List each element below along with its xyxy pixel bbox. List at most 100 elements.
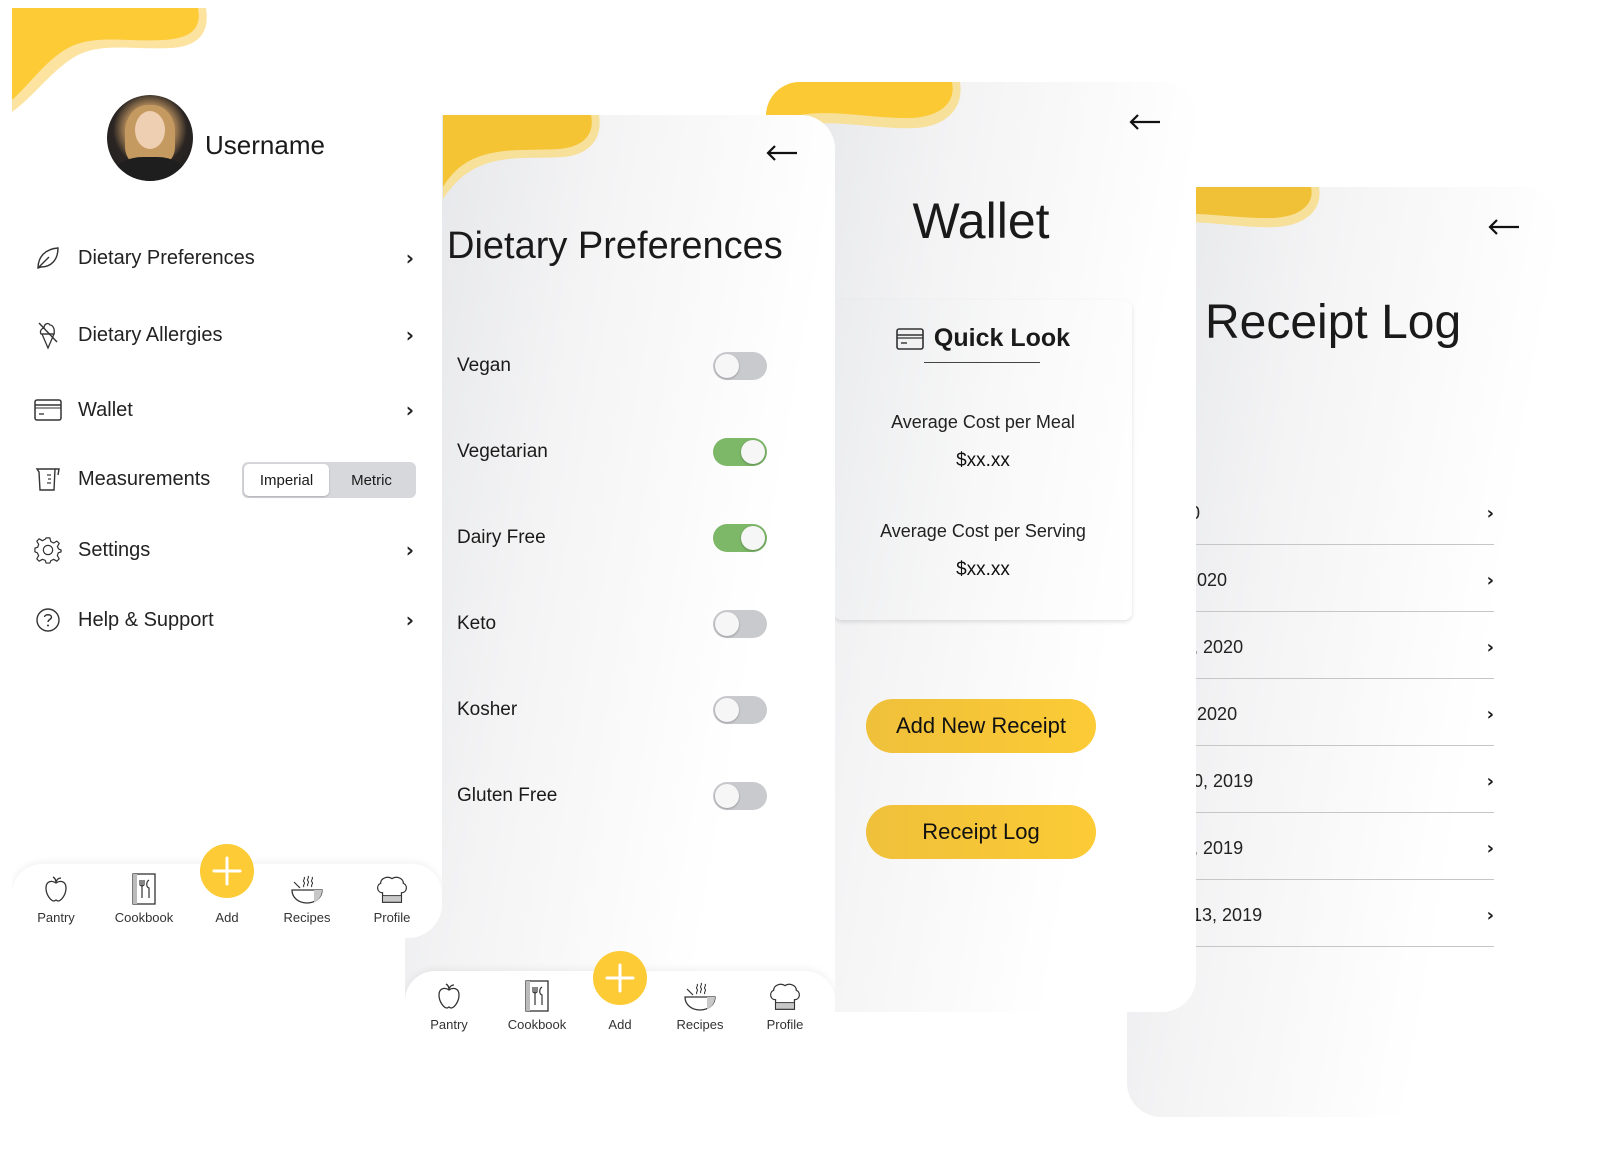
avatar-body (115, 157, 185, 181)
tab-recipes[interactable]: Recipes (660, 979, 740, 1032)
soup-bowl-icon (683, 979, 717, 1013)
no-ice-cream-icon (34, 321, 62, 350)
menu-item-measurements: Measurements (34, 459, 234, 499)
preference-label: Vegan (457, 355, 511, 376)
tab-label: Cookbook (114, 910, 174, 925)
imperial-option[interactable]: Imperial (244, 464, 329, 496)
preference-toggle[interactable] (713, 696, 767, 724)
chevron-right-icon: › (1486, 838, 1494, 859)
menu-label: Wallet (78, 398, 133, 421)
cookbook-icon (520, 979, 554, 1013)
page-title: Dietary Preferences (447, 225, 783, 267)
plus-icon (605, 963, 635, 993)
avg-meal-value: $xx.xx (956, 450, 1010, 471)
decorative-wave (443, 115, 600, 199)
chevron-right-icon: › (405, 608, 414, 632)
tab-bar: Pantry Cookbook Add Recipes Profile (12, 844, 442, 938)
tab-add[interactable]: Add (580, 1013, 660, 1032)
credit-card-icon (896, 327, 924, 350)
measurements-segmented-control: Imperial Metric (242, 462, 416, 498)
apple-icon (39, 872, 73, 906)
preference-label: Keto (457, 613, 497, 634)
avg-serving-label: Average Cost per Serving (880, 521, 1086, 541)
chevron-right-icon: › (1486, 771, 1494, 792)
menu-item-dietary-allergies[interactable]: Dietary Allergies › (34, 315, 414, 355)
chevron-right-icon: › (1486, 570, 1494, 591)
tab-label: Recipes (676, 1017, 724, 1032)
tab-label: Profile (766, 1017, 804, 1032)
menu-label: Measurements (78, 467, 211, 490)
add-button[interactable] (200, 844, 254, 898)
tab-label: Recipes (283, 910, 331, 925)
page-title: Receipt Log (1205, 296, 1462, 349)
chevron-right-icon: › (1486, 503, 1494, 524)
menu-label: Dietary Allergies (78, 323, 223, 346)
tab-bar: Pantry Cookbook Add Recipes Profile (405, 951, 835, 1045)
toggle-knob (715, 612, 739, 636)
profile-screen: Username Dietary Preferences › Dietary A… (12, 8, 442, 938)
menu-label: Dietary Preferences (78, 246, 255, 269)
chevron-right-icon: › (1486, 704, 1494, 725)
dietary-preferences-screen: Dietary Preferences Vegan Vegetarian Dairy… (405, 115, 835, 1045)
avatar-face (135, 111, 165, 149)
soup-bowl-icon (290, 872, 324, 906)
preference-toggle[interactable] (713, 610, 767, 638)
quick-look-title: Quick Look (933, 324, 1071, 352)
tab-label: Cookbook (507, 1017, 567, 1032)
avg-meal-label: Average Cost per Meal (891, 412, 1075, 432)
decorative-wave (12, 8, 207, 112)
toggle-knob (715, 784, 739, 808)
menu-item-wallet[interactable]: Wallet › (34, 390, 414, 430)
preference-row: Vegan (457, 346, 767, 386)
preference-row: Keto (457, 604, 767, 644)
menu-item-settings[interactable]: Settings › (34, 530, 414, 570)
arrow-left-icon (1129, 114, 1160, 130)
tab-cookbook[interactable]: Cookbook (497, 979, 577, 1032)
tab-profile[interactable]: Profile (352, 872, 432, 925)
toggle-knob (715, 354, 739, 378)
quick-look-header: Quick Look (834, 324, 1132, 353)
measuring-cup-icon (34, 465, 62, 493)
preference-toggle[interactable] (713, 352, 767, 380)
menu-item-help-support[interactable]: Help & Support › (34, 600, 414, 640)
toggle-knob (741, 440, 765, 464)
receipt-log-button[interactable]: Receipt Log (866, 805, 1096, 859)
plus-icon (212, 856, 242, 886)
avg-serving-value: $xx.xx (956, 559, 1010, 580)
tab-pantry[interactable]: Pantry (16, 872, 96, 925)
preference-toggle[interactable] (713, 524, 767, 552)
add-button[interactable] (593, 951, 647, 1005)
tab-label: Add (215, 910, 239, 925)
chef-hat-icon (375, 872, 409, 906)
leaf-icon (34, 244, 62, 272)
preference-toggle[interactable] (713, 438, 767, 466)
add-new-receipt-button[interactable]: Add New Receipt (866, 699, 1096, 753)
tab-label: Pantry (430, 1017, 468, 1032)
back-button[interactable] (1128, 112, 1162, 132)
back-button[interactable] (765, 143, 799, 163)
menu-label: Help & Support (78, 608, 214, 631)
cookbook-icon (127, 872, 161, 906)
chevron-right-icon: › (1486, 637, 1494, 658)
chevron-right-icon: › (405, 246, 414, 270)
preference-row: Dairy Free (457, 518, 767, 558)
tab-profile[interactable]: Profile (745, 979, 825, 1032)
preference-label: Kosher (457, 699, 518, 720)
tab-add[interactable]: Add (187, 906, 267, 925)
username: Username (205, 130, 325, 160)
tab-cookbook[interactable]: Cookbook (104, 872, 184, 925)
avatar[interactable] (107, 95, 193, 181)
preference-toggle[interactable] (713, 782, 767, 810)
preference-label: Gluten Free (457, 785, 558, 806)
quick-look-card: Quick Look Average Cost per Meal $xx.xx … (834, 300, 1132, 620)
metric-option[interactable]: Metric (329, 464, 414, 496)
tab-pantry[interactable]: Pantry (409, 979, 489, 1032)
menu-item-dietary-preferences[interactable]: Dietary Preferences › (34, 238, 414, 278)
credit-card-icon (34, 396, 62, 424)
back-button[interactable] (1487, 217, 1521, 237)
chevron-right-icon: › (405, 398, 414, 422)
menu-label: Settings (78, 538, 151, 561)
preference-row: Kosher (457, 690, 767, 730)
chevron-right-icon: › (405, 323, 414, 347)
tab-recipes[interactable]: Recipes (267, 872, 347, 925)
